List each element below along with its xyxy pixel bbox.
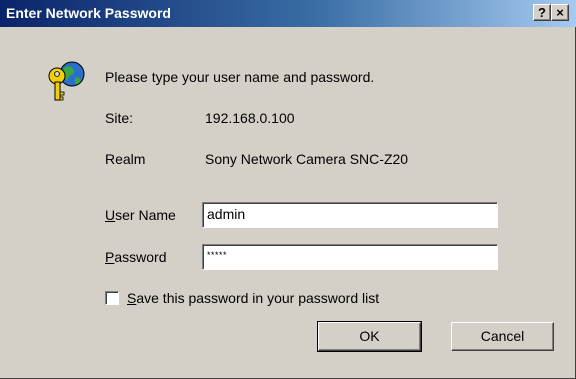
help-button[interactable]: ? <box>533 4 551 21</box>
save-password-label-accel: S <box>127 290 137 306</box>
cancel-button[interactable]: Cancel <box>451 322 554 351</box>
realm-value: Sony Network Camera SNC-Z20 <box>205 151 409 167</box>
username-label: User Name <box>105 207 176 223</box>
password-dialog: Enter Network Password ? × Please type y… <box>0 0 576 379</box>
username-label-rest: ser Name <box>115 207 176 223</box>
password-label-rest: assword <box>114 249 167 265</box>
password-input[interactable]: ***** <box>202 244 498 270</box>
username-label-accel: U <box>105 207 116 223</box>
save-password-label[interactable]: Save this password in your password list <box>127 290 379 306</box>
realm-label: Realm <box>105 151 146 167</box>
title-bar[interactable]: Enter Network Password ? × <box>0 0 576 27</box>
save-password-label-rest: ave this password in your password list <box>136 290 380 306</box>
keys-globe-icon <box>48 61 85 101</box>
username-input[interactable]: admin <box>202 202 498 228</box>
password-label-accel: P <box>105 249 115 265</box>
save-password-checkbox[interactable] <box>105 291 119 305</box>
dialog-title: Enter Network Password <box>6 5 171 21</box>
password-label: Password <box>105 249 166 265</box>
prompt-message: Please type your user name and password. <box>105 69 375 85</box>
close-button[interactable]: × <box>551 4 569 21</box>
site-value: 192.168.0.100 <box>205 110 295 126</box>
ok-button[interactable]: OK <box>317 321 422 352</box>
site-label: Site: <box>105 110 134 126</box>
